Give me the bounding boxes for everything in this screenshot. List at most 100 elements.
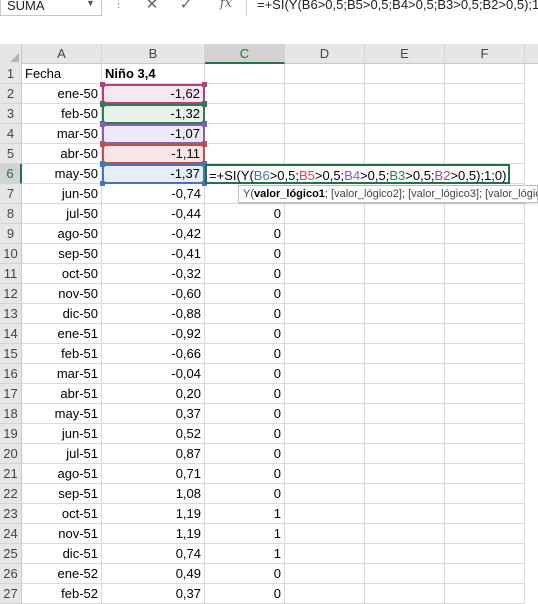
cell-d[interactable]	[285, 224, 365, 244]
cell-e[interactable]	[365, 304, 445, 324]
row-header[interactable]: 1	[0, 64, 22, 84]
cell-d[interactable]	[285, 484, 365, 504]
cell-e[interactable]	[365, 384, 445, 404]
cell-result[interactable]	[205, 124, 285, 144]
range-handle[interactable]	[100, 162, 105, 167]
column-header-b[interactable]: B	[102, 44, 205, 64]
cell-fecha[interactable]: abr-51	[22, 384, 102, 404]
cell-f[interactable]	[445, 484, 525, 504]
cell-nino[interactable]: 1,08	[102, 484, 205, 504]
row-header[interactable]: 11	[0, 264, 22, 284]
cell-nino[interactable]: 0,49	[102, 564, 205, 584]
select-all-button[interactable]	[0, 44, 22, 64]
cell-fecha[interactable]: ago-50	[22, 224, 102, 244]
cell-nino[interactable]: -0,41	[102, 244, 205, 264]
row-header[interactable]: 22	[0, 484, 22, 504]
cell-f[interactable]	[445, 284, 525, 304]
cell-result[interactable]: 0	[205, 244, 285, 264]
cell-f[interactable]	[445, 524, 525, 544]
row-header[interactable]: 5	[0, 144, 22, 164]
cell-fecha[interactable]: mar-50	[22, 124, 102, 144]
cell-e[interactable]	[365, 484, 445, 504]
cell-f[interactable]	[445, 324, 525, 344]
close-icon[interactable]: ✕	[141, 0, 163, 13]
row-header[interactable]: 26	[0, 564, 22, 584]
cell-e[interactable]	[365, 424, 445, 444]
cell-result[interactable]: 0	[205, 404, 285, 424]
cell-d[interactable]	[285, 404, 365, 424]
cell-e[interactable]	[365, 264, 445, 284]
insert-function-button[interactable]: fx	[215, 0, 237, 14]
cell-d[interactable]	[285, 344, 365, 364]
cell-f[interactable]	[445, 564, 525, 584]
cell-e[interactable]	[365, 584, 445, 604]
cell-fecha[interactable]: abr-50	[22, 144, 102, 164]
cell-d[interactable]	[285, 504, 365, 524]
cell-e[interactable]	[365, 84, 445, 104]
cell-b1[interactable]: Niño 3,4	[102, 64, 205, 84]
cell-d[interactable]	[285, 204, 365, 224]
cell-result[interactable]: 0	[205, 364, 285, 384]
cell-d[interactable]	[285, 424, 365, 444]
cell-nino[interactable]: -0,92	[102, 324, 205, 344]
cell-nino[interactable]: 1,19	[102, 504, 205, 524]
cell-nino[interactable]: -1,07	[100, 122, 207, 146]
range-handle[interactable]	[202, 82, 207, 87]
row-header[interactable]: 21	[0, 464, 22, 484]
cell-result[interactable]: 0	[205, 464, 285, 484]
cell-e[interactable]	[365, 244, 445, 264]
cell-f[interactable]	[445, 304, 525, 324]
column-header-d[interactable]: D	[285, 44, 365, 64]
cell-e[interactable]	[365, 444, 445, 464]
chevron-down-icon[interactable]: ▼	[86, 0, 95, 8]
cell-a1[interactable]: Fecha	[22, 64, 102, 84]
cell-nino[interactable]: -0,44	[102, 204, 205, 224]
cell-d[interactable]	[285, 284, 365, 304]
row-header[interactable]: 20	[0, 444, 22, 464]
cell-result[interactable]: 0	[205, 484, 285, 504]
row-header[interactable]: 13	[0, 304, 22, 324]
row-header[interactable]: 18	[0, 404, 22, 424]
cell-result[interactable]: 0	[205, 304, 285, 324]
cell-nino[interactable]: -1,32	[100, 102, 207, 126]
row-header[interactable]: 3	[0, 104, 22, 124]
cell-f[interactable]	[445, 224, 525, 244]
cell-d[interactable]	[285, 144, 365, 164]
cell-e[interactable]	[365, 504, 445, 524]
cell-fecha[interactable]: nov-50	[22, 284, 102, 304]
editing-cell-c6[interactable]: =+SI(Y(B6>0,5;B5>0,5;B4>0,5;B3>0,5;B2>0,…	[205, 164, 511, 184]
cell-f1[interactable]	[445, 64, 525, 84]
cell-nino[interactable]: 0,52	[102, 424, 205, 444]
cell-nino[interactable]: -0,88	[102, 304, 205, 324]
formula-input[interactable]: =+SI(Y(B6>0,5;B5>0,5;B4>0,5;B3>0,5;B2>0,…	[246, 0, 538, 16]
row-header[interactable]: 16	[0, 364, 22, 384]
cell-nino[interactable]: 0,20	[102, 384, 205, 404]
cell-nino[interactable]: 0,74	[102, 544, 205, 564]
cell-d[interactable]	[285, 524, 365, 544]
cell-nino[interactable]: 0,37	[102, 584, 205, 604]
cell-d[interactable]	[285, 564, 365, 584]
cell-fecha[interactable]: dic-50	[22, 304, 102, 324]
row-header[interactable]: 17	[0, 384, 22, 404]
row-header[interactable]: 15	[0, 344, 22, 364]
cell-nino[interactable]: -0,74	[102, 184, 205, 204]
cell-f[interactable]	[445, 364, 525, 384]
cell-f[interactable]	[445, 384, 525, 404]
cell-result[interactable]: 0	[205, 224, 285, 244]
cell-nino[interactable]: -1,11	[100, 142, 207, 166]
cell-fecha[interactable]: jul-50	[22, 204, 102, 224]
row-header[interactable]: 19	[0, 424, 22, 444]
cell-d[interactable]	[285, 264, 365, 284]
cell-d[interactable]	[285, 384, 365, 404]
cell-e[interactable]	[365, 204, 445, 224]
cell-result[interactable]: 1	[205, 504, 285, 524]
cell-e[interactable]	[365, 364, 445, 384]
cell-result[interactable]: 0	[205, 204, 285, 224]
cell-f[interactable]	[445, 84, 525, 104]
cell-f[interactable]	[445, 204, 525, 224]
cell-nino[interactable]: -0,42	[102, 224, 205, 244]
cell-nino[interactable]: -1,62	[100, 82, 207, 106]
cell-fecha[interactable]: feb-52	[22, 584, 102, 604]
cell-result[interactable]: 0	[205, 324, 285, 344]
row-header[interactable]: 9	[0, 224, 22, 244]
